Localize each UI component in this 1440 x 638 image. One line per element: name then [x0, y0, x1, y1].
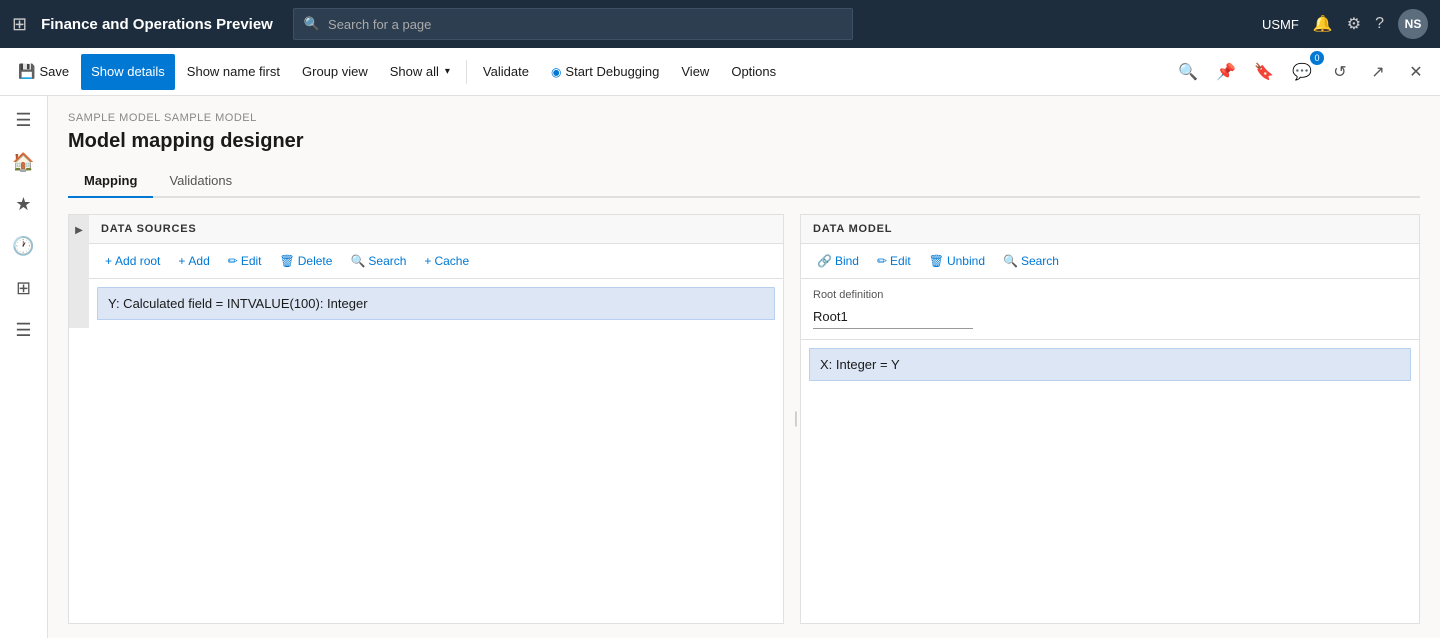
search-placeholder: Search for a page: [328, 17, 431, 32]
root-definition-area: Root definition Root1: [801, 279, 1419, 340]
pencil-icon: ✏: [228, 254, 238, 268]
top-nav: ⊞ Finance and Operations Preview 🔍 Searc…: [0, 0, 1440, 48]
tabs: Mapping Validations: [68, 167, 1420, 198]
group-view-button[interactable]: Group view: [292, 54, 378, 90]
search-toolbar-icon[interactable]: 🔍: [1172, 56, 1204, 88]
usmf-label: USMF: [1262, 17, 1299, 32]
open-external-icon[interactable]: ↗: [1362, 56, 1394, 88]
page-title: Model mapping designer: [68, 130, 1420, 153]
help-icon[interactable]: ?: [1375, 15, 1384, 33]
pin-icon[interactable]: 📌: [1210, 56, 1242, 88]
delete-ds-button[interactable]: 🗑 Delete: [272, 250, 341, 272]
validate-button[interactable]: Validate: [473, 54, 539, 90]
collapse-panel-button[interactable]: ▶: [69, 215, 89, 328]
pencil-icon-dm: ✏: [877, 254, 887, 268]
plus-icon: +: [105, 254, 112, 268]
save-icon: 💾: [18, 63, 35, 80]
view-button[interactable]: View: [671, 54, 719, 90]
search-icon-dm: 🔍: [1003, 254, 1018, 268]
tab-validations[interactable]: Validations: [153, 167, 248, 198]
dm-row[interactable]: X: Integer = Y: [809, 348, 1411, 381]
start-debugging-button[interactable]: ◉ Start Debugging: [541, 54, 669, 90]
search-bar[interactable]: 🔍 Search for a page: [293, 8, 853, 40]
panel-divider[interactable]: |: [792, 214, 800, 624]
options-button[interactable]: Options: [721, 54, 786, 90]
edit-ds-button[interactable]: ✏ Edit: [220, 250, 270, 272]
sidebar-home[interactable]: 🏠: [4, 142, 44, 182]
add-button[interactable]: + Add: [170, 250, 217, 272]
toolbar-right: 🔍 📌 🔖 💬 0 ↺ ↗ ✕: [1172, 56, 1432, 88]
dm-content: X: Integer = Y: [801, 340, 1419, 623]
show-all-button[interactable]: Show all: [380, 54, 460, 90]
sidebar-recent[interactable]: 🕐: [4, 226, 44, 266]
plus-icon-2: +: [178, 254, 185, 268]
cache-button[interactable]: + Cache: [416, 250, 477, 272]
save-button[interactable]: 💾 Save: [8, 54, 79, 90]
debug-icon: ◉: [551, 65, 561, 79]
sidebar-hamburger[interactable]: ☰: [4, 100, 44, 140]
ds-toolbar: + Add root + Add ✏ Edit: [89, 244, 783, 279]
side-nav: ☰ 🏠 ★ 🕐 ⊞ ☰: [0, 96, 48, 638]
data-sources-panel: ▶ DATA SOURCES + Add root + Add: [68, 214, 784, 624]
data-model-panel: DATA MODEL 🔗 Bind ✏ Edit 🗑 Unbind: [800, 214, 1420, 624]
search-ds-button[interactable]: 🔍 Search: [342, 250, 414, 272]
link-icon: 🔗: [817, 254, 832, 268]
ds-row[interactable]: Y: Calculated field = INTVALUE(100): Int…: [97, 287, 775, 320]
sidebar-favorites[interactable]: ★: [4, 184, 44, 224]
show-details-button[interactable]: Show details: [81, 54, 175, 90]
search-dm-button[interactable]: 🔍 Search: [995, 250, 1067, 272]
add-root-button[interactable]: + Add root: [97, 250, 168, 272]
sidebar-list[interactable]: ☰: [4, 310, 44, 350]
edit-dm-button[interactable]: ✏ Edit: [869, 250, 919, 272]
search-icon: 🔍: [304, 16, 320, 32]
data-model-header: DATA MODEL: [801, 215, 1419, 244]
close-icon[interactable]: ✕: [1400, 56, 1432, 88]
dm-toolbar: 🔗 Bind ✏ Edit 🗑 Unbind 🔍 Search: [801, 244, 1419, 279]
root-definition-label: Root definition: [813, 289, 1407, 301]
avatar[interactable]: NS: [1398, 9, 1428, 39]
plus-icon-cache: +: [424, 254, 431, 268]
divider-handle: |: [794, 410, 798, 428]
notification-badge: 0: [1310, 51, 1324, 65]
breadcrumb: SAMPLE MODEL SAMPLE MODEL: [68, 112, 1420, 124]
tab-mapping[interactable]: Mapping: [68, 167, 153, 198]
main-layout: ☰ 🏠 ★ 🕐 ⊞ ☰ SAMPLE MODEL SAMPLE MODEL Mo…: [0, 96, 1440, 638]
show-name-first-button[interactable]: Show name first: [177, 54, 290, 90]
bookmark-icon[interactable]: 🔖: [1248, 56, 1280, 88]
toolbar: 💾 Save Show details Show name first Grou…: [0, 48, 1440, 96]
message-icon[interactable]: 💬 0: [1286, 56, 1318, 88]
top-nav-right: USMF 🔔 ⚙ ? NS: [1262, 9, 1428, 39]
sidebar-workspaces[interactable]: ⊞: [4, 268, 44, 308]
search-icon-ds: 🔍: [350, 254, 365, 268]
panels: ▶ DATA SOURCES + Add root + Add: [68, 214, 1420, 624]
trash-icon: 🗑: [280, 254, 295, 268]
root-definition-value[interactable]: Root1: [813, 305, 973, 329]
unbind-button[interactable]: 🗑 Unbind: [921, 250, 993, 272]
page-content: SAMPLE MODEL SAMPLE MODEL Model mapping …: [48, 96, 1440, 638]
notifications-icon[interactable]: 🔔: [1313, 14, 1333, 34]
refresh-icon[interactable]: ↺: [1324, 56, 1356, 88]
separator-1: [466, 60, 467, 84]
app-grid-icon[interactable]: ⊞: [12, 14, 27, 35]
ds-content: Y: Calculated field = INTVALUE(100): Int…: [89, 279, 783, 328]
data-sources-header: DATA SOURCES: [89, 215, 783, 244]
app-title: Finance and Operations Preview: [41, 16, 273, 33]
bind-button[interactable]: 🔗 Bind: [809, 250, 867, 272]
unlink-icon: 🗑: [929, 254, 944, 268]
settings-icon[interactable]: ⚙: [1347, 14, 1361, 34]
